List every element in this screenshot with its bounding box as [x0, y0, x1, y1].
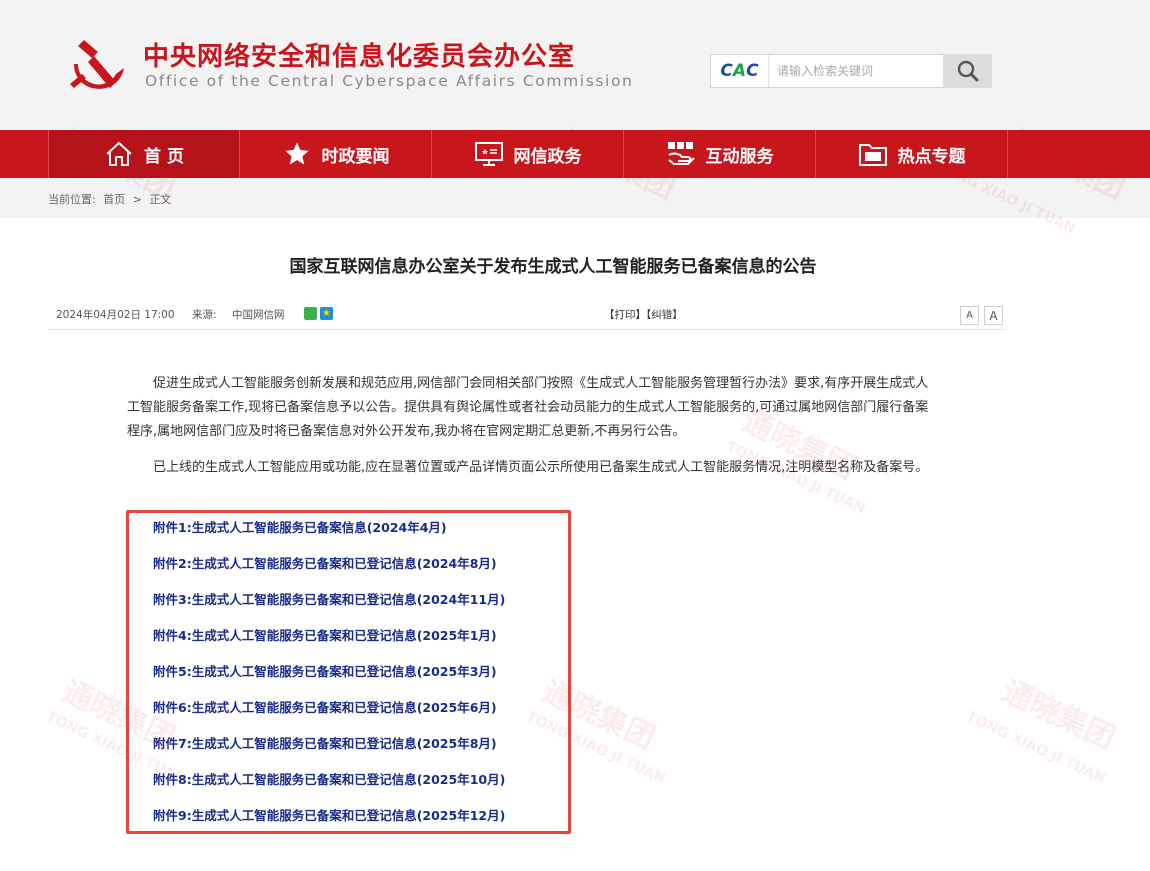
- breadcrumb: 当前位置: 首页 > 正文: [48, 191, 175, 207]
- article-meta: 2024年04月02日 17:00 来源: 中国网信网 ★ 【打印】【纠错】 A…: [48, 300, 1006, 330]
- print-correct-links[interactable]: 【打印】【纠错】: [604, 307, 683, 322]
- attachment-link[interactable]: 附件3:生成式人工智能服务已备案和已登记信息(2024年11月): [153, 590, 505, 626]
- nav-item-affairs[interactable]: 网信政务: [432, 130, 624, 178]
- nav-item-label: 互动服务: [705, 146, 774, 167]
- home-icon: [104, 140, 134, 168]
- nav-item-interaction[interactable]: 互动服务: [624, 130, 816, 178]
- watermark: TONG XIAO JI TUAN: [963, 708, 1108, 788]
- star-icon: [282, 140, 312, 168]
- nav-item-topics[interactable]: 热点专题: [816, 130, 1008, 178]
- monitor-icon: [474, 140, 504, 168]
- breadcrumb-home-link[interactable]: 首页: [103, 193, 125, 206]
- party-emblem-logo[interactable]: [64, 34, 126, 96]
- breadcrumb-current: 正文: [149, 193, 172, 206]
- source-label: 来源:: [192, 309, 217, 321]
- site-header: 中央网络安全和信息化委员会办公室 Office of the Central C…: [0, 0, 1150, 130]
- nav-item-home[interactable]: 首 页: [48, 130, 240, 178]
- favorite-share-icon[interactable]: ★: [320, 307, 333, 320]
- font-decrease-button[interactable]: A: [960, 306, 979, 325]
- nav-item-label: 网信政务: [513, 146, 582, 167]
- article-paragraph: 已上线的生成式人工智能应用或功能,应在显著位置或产品详情页面公示所使用已备案生成…: [153, 460, 929, 475]
- article-title: 国家互联网信息办公室关于发布生成式人工智能服务已备案信息的公告: [289, 257, 817, 277]
- attachment-link[interactable]: 附件7:生成式人工智能服务已备案和已登记信息(2025年8月): [153, 734, 505, 770]
- attachment-list: 附件1:生成式人工智能服务已备案信息(2024年4月) 附件2:生成式人工智能服…: [153, 518, 505, 842]
- breadcrumb-label: 当前位置:: [48, 193, 96, 206]
- source-name: 中国网信网: [232, 309, 285, 321]
- nav-item-label: 首 页: [144, 146, 184, 167]
- attachment-link[interactable]: 附件8:生成式人工智能服务已备案和已登记信息(2025年10月): [153, 770, 505, 806]
- wechat-share-icon[interactable]: [304, 307, 317, 320]
- breadcrumb-bar: 当前位置: 首页 > 正文: [0, 178, 1150, 218]
- site-subtitle: Office of the Central Cyberspace Affairs…: [145, 72, 634, 90]
- attachment-link[interactable]: 附件1:生成式人工智能服务已备案信息(2024年4月): [153, 518, 505, 554]
- main-nav: 首 页 时政要闻 网信政务 互动服务 热点专题: [0, 130, 1150, 178]
- attachment-link[interactable]: 附件2:生成式人工智能服务已备案和已登记信息(2024年8月): [153, 554, 505, 590]
- attachment-link[interactable]: 附件9:生成式人工智能服务已备案和已登记信息(2025年12月): [153, 806, 505, 842]
- search-button[interactable]: [943, 54, 992, 88]
- watermark: 通晓集团: [996, 673, 1121, 757]
- nav-item-label: 时政要闻: [321, 146, 390, 167]
- search-icon: [957, 60, 978, 82]
- folder-icon: [858, 140, 888, 168]
- site-title[interactable]: 中央网络安全和信息化委员会办公室: [143, 36, 575, 73]
- nav-item-news[interactable]: 时政要闻: [240, 130, 432, 178]
- search-input[interactable]: [771, 55, 943, 87]
- article-paragraph: 促进生成式人工智能服务创新发展和规范应用,网信部门会同相关部门按照《生成式人工智…: [127, 376, 929, 439]
- font-increase-button[interactable]: A: [984, 306, 1003, 325]
- breadcrumb-separator: >: [132, 193, 142, 206]
- attachment-link[interactable]: 附件5:生成式人工智能服务已备案和已登记信息(2025年3月): [153, 662, 505, 698]
- publish-date: 2024年04月02日 17:00: [56, 309, 175, 321]
- people-icon: [666, 140, 696, 168]
- cac-logo[interactable]: CAC: [711, 55, 769, 87]
- attachment-link[interactable]: 附件4:生成式人工智能服务已备案和已登记信息(2025年1月): [153, 626, 505, 662]
- search-box: CAC: [710, 54, 992, 88]
- nav-item-label: 热点专题: [897, 146, 966, 167]
- attachment-link[interactable]: 附件6:生成式人工智能服务已备案和已登记信息(2025年6月): [153, 698, 505, 734]
